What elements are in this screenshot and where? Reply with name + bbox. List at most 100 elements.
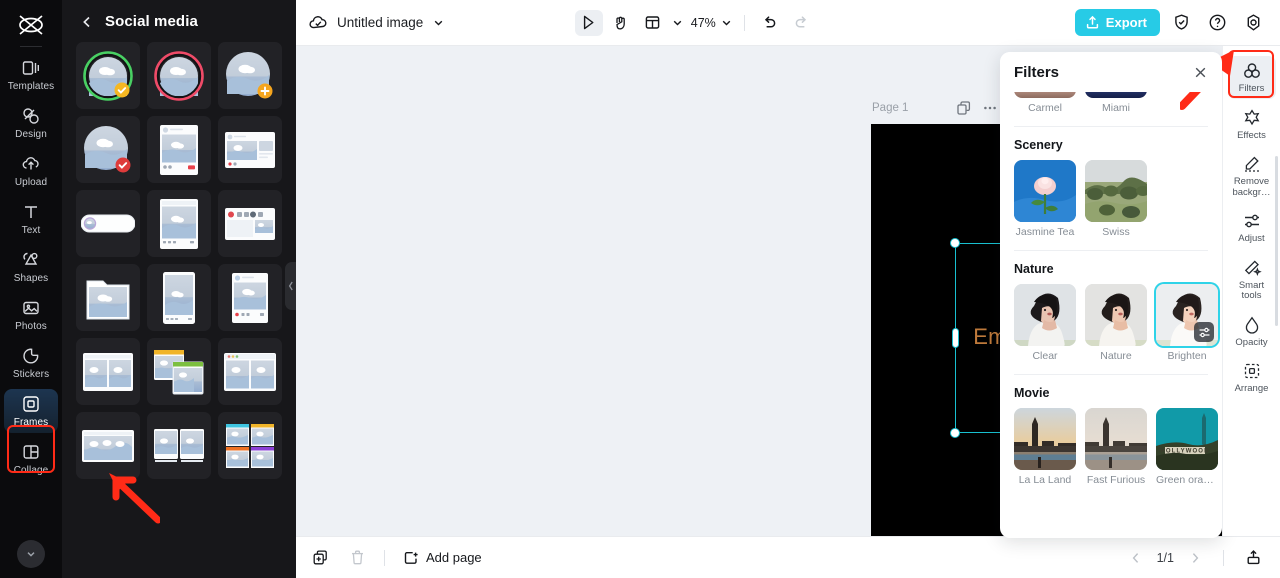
filter-label: La La Land [1018, 474, 1072, 486]
filter-thumbnail [1014, 408, 1076, 470]
selection-handle-left[interactable] [952, 328, 959, 348]
select-tool-button[interactable] [574, 9, 603, 36]
prev-page-button[interactable] [1129, 551, 1143, 565]
frame-item[interactable] [147, 42, 211, 109]
trash-icon[interactable] [349, 549, 366, 566]
export-button[interactable]: Export [1074, 9, 1160, 36]
sidebar-item-label: Photos [15, 321, 47, 332]
section-title-scenery: Scenery [1014, 138, 1063, 152]
frame-item[interactable] [76, 116, 140, 183]
tool-label: Adjust [1238, 233, 1265, 244]
next-page-button[interactable] [1188, 551, 1202, 565]
frame-item[interactable] [76, 264, 140, 331]
arrange-icon [1242, 361, 1262, 381]
filter-item-brighten[interactable]: Brighten [1156, 284, 1218, 362]
filter-label: Jasmine Tea [1015, 226, 1075, 238]
frame-item[interactable] [76, 42, 140, 109]
sidebar-item-label: Upload [14, 177, 48, 188]
photos-icon [21, 298, 41, 318]
filter-item-green-orange[interactable]: HOLLYWOOD Green oran… [1156, 408, 1218, 486]
redo-button[interactable] [788, 10, 816, 36]
export-icon[interactable] [1245, 549, 1262, 566]
templates-icon [21, 58, 41, 78]
close-icon[interactable] [1193, 65, 1208, 80]
tool-label: Remove backgr… [1232, 176, 1271, 198]
zoom-caret-icon[interactable] [720, 16, 733, 29]
section-title-nature: Nature [1014, 262, 1054, 276]
filter-item[interactable]: Miami [1085, 92, 1147, 114]
frame-item[interactable] [76, 190, 140, 257]
frame-item[interactable] [218, 412, 282, 479]
hand-tool-button[interactable] [607, 10, 635, 36]
sidebar-item-photos[interactable]: Photos [4, 293, 58, 337]
ellipsis-icon[interactable] [982, 100, 998, 116]
document-name[interactable]: Untitled image [337, 15, 423, 30]
right-rail-scrollbar[interactable] [1275, 156, 1278, 326]
filter-item-fast-furious[interactable]: Fast Furious [1085, 408, 1147, 486]
frame-item[interactable] [147, 116, 211, 183]
sidebar-item-shapes[interactable]: Shapes [4, 245, 58, 289]
remove-background-icon [1242, 154, 1262, 174]
capcut-logo-icon[interactable] [14, 10, 48, 40]
sidebar-item-templates[interactable]: Templates [4, 53, 58, 97]
undo-button[interactable] [756, 10, 784, 36]
duplicate-icon[interactable] [956, 100, 972, 116]
frame-item[interactable] [147, 190, 211, 257]
frame-item[interactable] [76, 338, 140, 405]
layout-tool-button[interactable] [639, 10, 667, 36]
frame-item[interactable] [76, 412, 140, 479]
chevron-down-icon[interactable] [432, 16, 445, 29]
frame-item[interactable] [218, 42, 282, 109]
tool-remove-background[interactable]: Remove backgr… [1228, 149, 1276, 202]
tool-opacity[interactable]: Opacity [1228, 310, 1276, 353]
filter-item-la-la-land[interactable]: La La Land [1014, 408, 1076, 486]
selection-handle-bl[interactable] [950, 428, 960, 438]
sliders-icon[interactable] [1194, 322, 1214, 342]
panel-collapse-handle[interactable] [285, 262, 296, 310]
bottom-bar: Add page 1/1 [296, 536, 1280, 578]
tool-filters[interactable]: Filters [1227, 56, 1276, 99]
page-navigation: 1/1 [1129, 549, 1264, 566]
layout-caret-icon[interactable] [671, 16, 684, 29]
zoom-level[interactable]: 47% [688, 16, 716, 30]
rail-collapse-button[interactable] [17, 540, 45, 568]
tool-effects[interactable]: Effects [1228, 103, 1276, 146]
frame-item[interactable] [218, 338, 282, 405]
question-circle-icon[interactable] [1204, 10, 1232, 36]
add-page-button[interactable]: Add page [403, 550, 482, 566]
frame-item[interactable] [218, 264, 282, 331]
filters-panel-body[interactable]: Carmel Miami Scenery Jasmine Tea Swiss N… [1000, 92, 1222, 538]
frame-item[interactable] [147, 412, 211, 479]
rail-divider [20, 46, 42, 47]
frame-item[interactable] [218, 190, 282, 257]
gear-icon[interactable] [1240, 10, 1268, 36]
tool-smart-tools[interactable]: Smart tools [1228, 253, 1276, 306]
tool-arrange[interactable]: Arrange [1228, 356, 1276, 399]
frame-item[interactable] [147, 338, 211, 405]
selection-handle-tl[interactable] [950, 238, 960, 248]
sidebar-item-stickers[interactable]: Stickers [4, 341, 58, 385]
duplicate-page-icon[interactable] [312, 549, 329, 566]
back-button[interactable] [80, 15, 94, 29]
frame-item[interactable] [218, 116, 282, 183]
sidebar-item-upload[interactable]: Upload [4, 149, 58, 193]
tool-label: Effects [1237, 129, 1266, 141]
filter-item-jasmine-tea[interactable]: Jasmine Tea [1014, 160, 1076, 238]
upload-cloud-icon [21, 154, 41, 174]
undo-icon [761, 14, 778, 31]
sidebar-item-label: Templates [7, 81, 55, 92]
filter-item[interactable]: Carmel [1014, 92, 1076, 114]
filter-label: Miami [1102, 102, 1130, 114]
tool-adjust[interactable]: Adjust [1228, 206, 1276, 249]
sidebar-item-label: Collage [13, 465, 49, 476]
sidebar-item-text[interactable]: Text [4, 197, 58, 241]
filter-item-swiss[interactable]: Swiss [1085, 160, 1147, 238]
sidebar-item-collage[interactable]: Collage [4, 437, 58, 481]
sidebar-item-design[interactable]: Design [4, 101, 58, 145]
filter-item-clear[interactable]: Clear [1014, 284, 1076, 362]
frame-item[interactable] [147, 264, 211, 331]
filter-item-nature[interactable]: Nature [1085, 284, 1147, 362]
sidebar-item-frames[interactable]: Frames [4, 389, 58, 433]
section-divider [1014, 126, 1208, 127]
shield-check-icon[interactable] [1168, 10, 1196, 36]
